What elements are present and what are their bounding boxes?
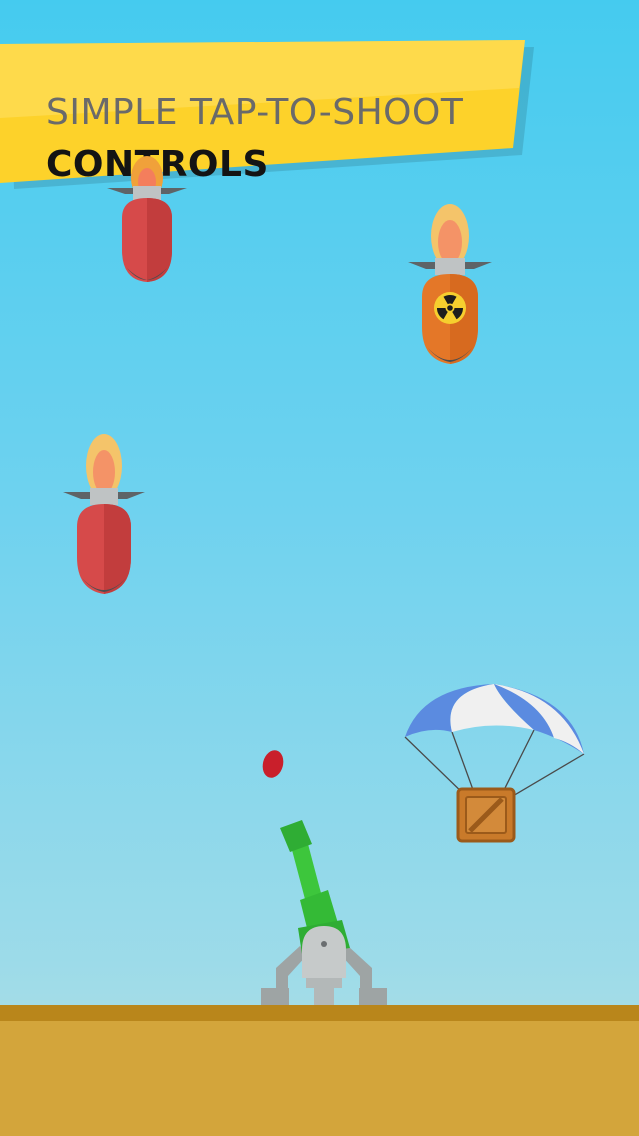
nuclear-bomb-enemy[interactable] <box>408 202 494 367</box>
ground-edge <box>0 1005 639 1021</box>
banner-title-line1: SIMPLE TAP-TO-SHOOT <box>46 92 464 133</box>
ground <box>0 1021 639 1136</box>
parachute-crate-icon[interactable] <box>402 682 588 844</box>
cannon-icon[interactable] <box>258 820 390 1008</box>
red-bomb-enemy[interactable] <box>105 156 189 285</box>
red-bomb-enemy[interactable] <box>63 432 147 597</box>
supply-crate[interactable] <box>456 787 516 843</box>
cannon-projectile <box>262 750 284 778</box>
tutorial-banner: SIMPLE TAP-TO-SHOOT CONTROLS <box>0 38 534 189</box>
game-scene[interactable]: SIMPLE TAP-TO-SHOOT CONTROLS <box>0 0 639 1136</box>
